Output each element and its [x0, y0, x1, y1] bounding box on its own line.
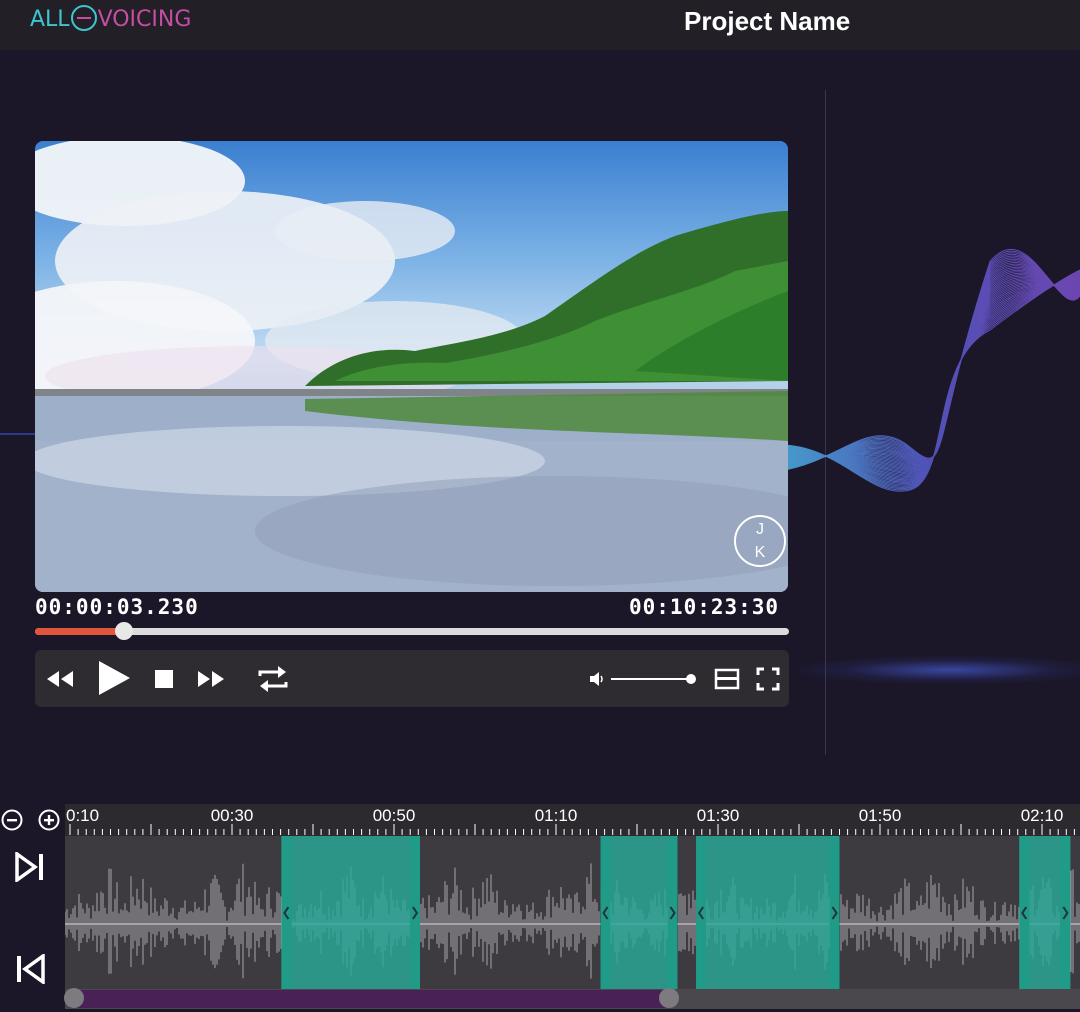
tick-label: 00:50	[372, 806, 416, 825]
voice-segment[interactable]	[600, 836, 678, 989]
scroll-start-handle[interactable]	[64, 988, 84, 1008]
total-duration: 00:10:23:30	[629, 595, 780, 619]
watermark-letter-top: J	[756, 521, 764, 538]
top-bar: ALL VOICING Project Name	[0, 0, 1080, 50]
timeline-ruler[interactable]: 0:10 00:30 00:50 01:10 01:30 01:50 02:10	[65, 804, 1080, 836]
timeline-scroll-range	[70, 990, 669, 1008]
play-icon[interactable]	[96, 659, 132, 697]
decorative-wave	[780, 248, 1080, 492]
decorative-glow	[790, 655, 1080, 685]
segment-start-handle[interactable]	[696, 836, 707, 989]
segments-layer	[281, 836, 1071, 989]
segment-start-handle[interactable]	[1019, 836, 1030, 989]
scroll-end-handle[interactable]	[658, 988, 679, 1008]
segment-start-handle[interactable]	[600, 836, 611, 989]
logo-mark-icon	[70, 5, 97, 31]
fullscreen-icon[interactable]	[756, 667, 780, 691]
video-preview[interactable]: J K	[35, 141, 788, 592]
zoom-in-icon[interactable]	[38, 809, 60, 831]
tick-label: 01:50	[858, 806, 902, 825]
voice-segment[interactable]	[281, 836, 420, 989]
tick-label: 00:30	[210, 806, 254, 825]
seek-bar-progress	[35, 628, 124, 635]
video-scene	[35, 141, 788, 592]
seek-handle[interactable]	[114, 622, 133, 640]
decorative-line	[0, 433, 36, 435]
watermark-letter-bottom: K	[754, 544, 766, 561]
fast-forward-icon[interactable]	[196, 668, 226, 690]
voice-segment[interactable]	[1019, 836, 1071, 989]
logo-text-all: ALL	[30, 6, 70, 32]
jump-next-icon[interactable]	[15, 852, 45, 882]
tick-label: 01:10	[534, 806, 578, 825]
segment-end-handle[interactable]	[409, 836, 420, 989]
zoom-out-icon[interactable]	[1, 809, 23, 831]
tick-label: 0:10	[66, 806, 100, 825]
segment-end-handle[interactable]	[1060, 836, 1071, 989]
repeat-icon[interactable]	[256, 662, 290, 696]
project-title[interactable]: Project Name	[684, 6, 850, 37]
rewind-icon[interactable]	[45, 668, 75, 690]
audio-waveform-track[interactable]	[65, 836, 1080, 989]
watermark-logo: J K	[734, 515, 786, 567]
tick-label: 01:30	[696, 806, 740, 825]
segment-start-handle[interactable]	[281, 836, 292, 989]
jump-previous-icon[interactable]	[15, 954, 45, 984]
logo-text-voicing: VOICING	[97, 6, 192, 32]
seek-bar[interactable]	[35, 628, 789, 635]
voice-segment[interactable]	[696, 836, 840, 989]
segment-end-handle[interactable]	[829, 836, 840, 989]
volume-icon[interactable]	[589, 671, 607, 687]
volume-slider[interactable]	[611, 678, 691, 680]
subtitle-icon[interactable]	[714, 667, 740, 691]
volume-handle[interactable]	[686, 674, 696, 684]
current-time: 00:00:03.230	[35, 595, 199, 619]
logo: ALL VOICING	[30, 4, 191, 34]
stop-icon[interactable]	[155, 670, 173, 688]
segment-end-handle[interactable]	[667, 836, 678, 989]
tick-label: 02:10	[1020, 806, 1064, 825]
